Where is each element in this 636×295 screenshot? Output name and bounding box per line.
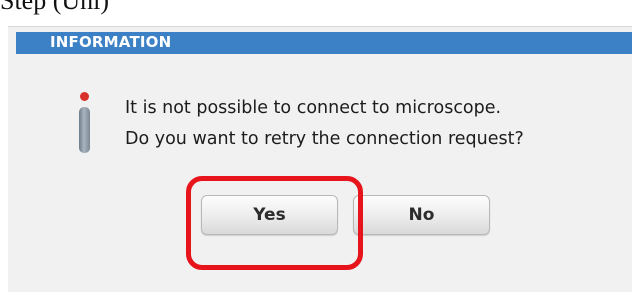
information-dialog: INFORMATION It is not possible to connec…: [8, 26, 632, 292]
dialog-title: INFORMATION: [50, 33, 172, 51]
top-caption: Step (Uni): [0, 0, 110, 15]
dialog-titlebar: INFORMATION: [16, 32, 632, 54]
no-button[interactable]: No: [353, 195, 490, 235]
info-icon-bar: [79, 107, 90, 153]
info-icon: [78, 92, 92, 154]
yes-button[interactable]: Yes: [201, 195, 338, 235]
info-icon-dot: [80, 92, 89, 101]
page: Step (Uni) INFORMATION It is not possibl…: [0, 0, 636, 295]
message-line-1: It is not possible to connect to microsc…: [125, 98, 502, 118]
message-line-2: Do you want to retry the connection requ…: [125, 129, 524, 149]
dialog-message: It is not possible to connect to microsc…: [125, 93, 524, 155]
